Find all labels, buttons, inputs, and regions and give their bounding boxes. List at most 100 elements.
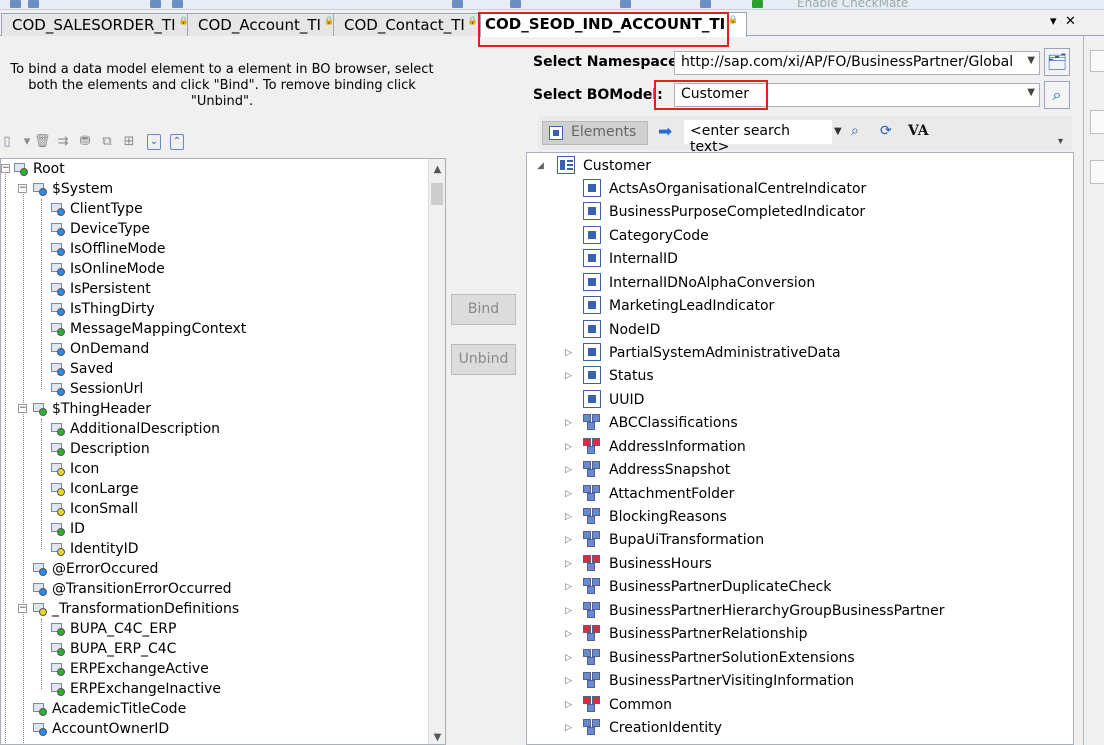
tree-node-erpexchangeinactive[interactable]: ERPExchangeInactive: [51, 679, 221, 699]
tree-node-erpexchangeactive[interactable]: ERPExchangeActive: [51, 659, 209, 679]
close-icon[interactable]: ✕: [1065, 14, 1076, 29]
tree-node-isonlinemode[interactable]: IsOnlineMode: [51, 259, 165, 279]
tree-node-isofflinemode[interactable]: IsOfflineMode: [51, 239, 166, 259]
filter-icon[interactable]: ⛃: [78, 134, 92, 150]
tree-node-businesspartnerhierarchygroupbusinesspartner[interactable]: BusinessPartnerHierarchyGroupBusinessPar…: [583, 600, 945, 622]
chevron-down-icon[interactable]: ▼: [1027, 87, 1035, 98]
collapsed-icon[interactable]: ▷: [565, 629, 572, 639]
collapsed-icon[interactable]: ▷: [565, 465, 572, 475]
chevron-down-icon[interactable]: ▼: [1027, 55, 1035, 66]
tree-node-addressinformation[interactable]: AddressInformation: [583, 436, 746, 458]
tree-node-transformationdefinitions[interactable]: _TransformationDefinitions: [33, 599, 239, 619]
collapsed-icon[interactable]: ▷: [565, 559, 572, 569]
tree-node-internalidnoalphaconversion[interactable]: InternalIDNoAlphaConversion: [583, 272, 815, 294]
tree-node-transitionerroroccurred[interactable]: @TransitionErrorOccurred: [33, 579, 232, 599]
va-button[interactable]: VA: [908, 123, 929, 139]
tree-node-ondemand[interactable]: OnDemand: [51, 339, 149, 359]
tree-node-marketingleadindicator[interactable]: MarketingLeadIndicator: [583, 295, 774, 317]
tab-cod-contact[interactable]: COD_Contact_TI 🔒: [333, 13, 487, 36]
unbind-button[interactable]: Unbind: [451, 344, 516, 375]
tree-node-id[interactable]: ID: [51, 519, 85, 539]
tree-node-businesspurposecompletedindicator[interactable]: BusinessPurposeCompletedIndicator: [583, 201, 865, 223]
tree-node-erroroccured[interactable]: @ErrorOccured: [33, 559, 158, 579]
tree-node-root[interactable]: Root: [14, 159, 65, 179]
toolbar-icon[interactable]: [172, 0, 183, 8]
dropdown-arrow-icon[interactable]: ▾: [20, 134, 34, 150]
tree-node-clienttype[interactable]: ClientType: [51, 199, 143, 219]
bomodel-select[interactable]: Customer ▼: [674, 83, 1040, 107]
tree-node-additionaldescription[interactable]: AdditionalDescription: [51, 419, 220, 439]
collapsed-icon[interactable]: ▷: [565, 418, 572, 428]
scroll-thumb[interactable]: [431, 183, 443, 205]
expand-all-icon[interactable]: ⌄: [147, 134, 161, 150]
collapsed-icon[interactable]: ▷: [565, 582, 572, 592]
tree-node-partialsystemadministrativedata[interactable]: PartialSystemAdministrativeData: [583, 342, 841, 364]
search-input[interactable]: <enter search text>: [684, 120, 832, 155]
tree-node-isthingdirty[interactable]: IsThingDirty: [51, 299, 155, 319]
tree-node-saved[interactable]: Saved: [51, 359, 113, 379]
collapsed-icon[interactable]: ▷: [565, 489, 572, 499]
tree-node-common[interactable]: Common: [583, 694, 672, 716]
collapsed-icon[interactable]: ▷: [565, 348, 572, 358]
collapse-toggle[interactable]: −: [1, 164, 10, 173]
tree-node-abcclassifications[interactable]: ABCClassifications: [583, 412, 738, 434]
tree-node-academictitlecode[interactable]: AcademicTitleCode: [33, 699, 186, 719]
tree-node-businesspartnerrelationship[interactable]: BusinessPartnerRelationship: [583, 623, 808, 645]
tree-node-internalid[interactable]: InternalID: [583, 248, 678, 270]
tab-cod-account[interactable]: COD_Account_TI 🔒: [187, 13, 343, 36]
tree-node-customer[interactable]: Customer: [557, 155, 651, 177]
refresh-icon[interactable]: ⟳: [880, 123, 892, 139]
tree-node-iconlarge[interactable]: IconLarge: [51, 479, 139, 499]
tree-node-bupauitransformation[interactable]: BupaUiTransformation: [583, 529, 764, 551]
tree-node-businesspartnervisitinginformation[interactable]: BusinessPartnerVisitingInformation: [583, 670, 854, 692]
bomodel-search-button[interactable]: ⌕: [1044, 81, 1070, 109]
tree-node-businesspartnerduplicatecheck[interactable]: BusinessPartnerDuplicateCheck: [583, 576, 831, 598]
elements-button[interactable]: Elements: [542, 121, 648, 145]
arrow-right-icon[interactable]: ➡: [658, 122, 672, 142]
tree-node-actsasorganisationalcentreindicator[interactable]: ActsAsOrganisationalCentreIndicator: [583, 178, 866, 200]
tab-cod-seod-ind-account[interactable]: COD_SEOD_IND_ACCOUNT_TI 🔒: [480, 12, 748, 37]
tree-node-icon[interactable]: Icon: [51, 459, 99, 479]
collapsed-icon[interactable]: ▷: [565, 442, 572, 452]
scroll-down-icon[interactable]: ▼: [429, 729, 445, 744]
tree-node-bupa-erp-c4c[interactable]: BUPA_ERP_C4C: [51, 639, 176, 659]
tree-node-sessionurl[interactable]: SessionUrl: [51, 379, 143, 399]
collapsed-icon[interactable]: ▷: [565, 512, 572, 522]
toolbar-icon[interactable]: [10, 0, 21, 8]
collapsed-icon[interactable]: ▷: [565, 371, 572, 381]
vertical-scrollbar[interactable]: ▲ ▼: [428, 159, 445, 744]
side-panel-control[interactable]: [1090, 160, 1104, 184]
collapsed-icon[interactable]: ▷: [565, 653, 572, 663]
tree-node-messagemappingcontext[interactable]: MessageMappingContext: [51, 319, 246, 339]
tree-node-businesshours[interactable]: BusinessHours: [583, 553, 712, 575]
namespace-folder-button[interactable]: 🗂: [1044, 48, 1070, 76]
enable-checkmate-label[interactable]: Enable CheckMate: [797, 0, 908, 9]
toolbar-overflow-icon[interactable]: ▾: [1058, 136, 1063, 147]
xml-icon[interactable]: [700, 0, 711, 8]
side-panel-control[interactable]: [1090, 110, 1104, 134]
collapse-toggle[interactable]: −: [18, 604, 27, 613]
tree-node-description[interactable]: Description: [51, 439, 150, 459]
tree-node-blockingreasons[interactable]: BlockingReasons: [583, 506, 727, 528]
tree-node-categorycode[interactable]: CategoryCode: [583, 225, 709, 247]
delete-icon[interactable]: 🗑: [34, 134, 51, 150]
toolbar-icon[interactable]: [150, 0, 161, 8]
tree-node-attachmentfolder[interactable]: AttachmentFolder: [583, 483, 734, 505]
collapse-toggle[interactable]: −: [18, 184, 27, 193]
tree-node-identityid[interactable]: IdentityID: [51, 539, 139, 559]
tab-cod-salesorder[interactable]: COD_SALESORDER_TI 🔒: [1, 13, 198, 36]
new-icon[interactable]: ▯: [0, 134, 14, 150]
hierarchy-icon[interactable]: ⧉: [100, 134, 114, 150]
tree-node-businesspartnersolutionextensions[interactable]: BusinessPartnerSolutionExtensions: [583, 647, 855, 669]
tree-node-creationidentity[interactable]: CreationIdentity: [583, 717, 722, 739]
move-icon[interactable]: ⇉: [56, 134, 70, 150]
collapse-toggle[interactable]: −: [18, 404, 27, 413]
tree-node-accountownerid[interactable]: AccountOwnerID: [33, 719, 169, 739]
scroll-up-icon[interactable]: ▲: [429, 161, 445, 178]
collapsed-icon[interactable]: ▷: [565, 606, 572, 616]
toolbar-icon[interactable]: [620, 0, 631, 8]
search-icon[interactable]: ⌕: [851, 123, 859, 139]
toolbar-icon[interactable]: [452, 0, 463, 8]
tree-node-uuid[interactable]: UUID: [583, 389, 644, 411]
tree-node-nodeid[interactable]: NodeID: [583, 319, 660, 341]
